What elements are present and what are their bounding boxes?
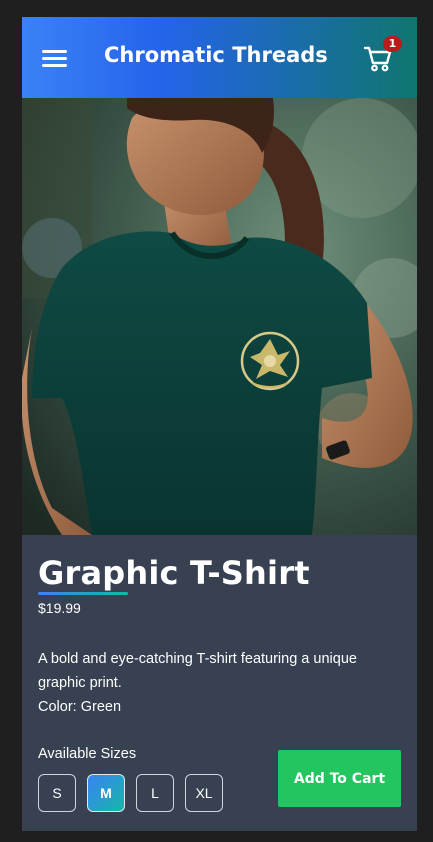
brand-title: Chromatic Threads bbox=[104, 43, 328, 67]
product-color: Color: Green bbox=[38, 699, 122, 715]
hamburger-menu-icon[interactable] bbox=[42, 50, 67, 68]
product-image bbox=[22, 98, 417, 535]
app-header: Chromatic Threads bbox=[22, 17, 417, 98]
cart-count-badge: 1 bbox=[383, 36, 402, 52]
product-screen: Chromatic Threads 1 Graphic T-Shirt $19.… bbox=[22, 17, 417, 831]
title-accent-underline bbox=[38, 592, 128, 595]
size-option-l[interactable]: L bbox=[136, 774, 174, 812]
add-to-cart-button[interactable]: Add To Cart bbox=[278, 750, 401, 807]
size-option-xl[interactable]: XL bbox=[185, 774, 223, 812]
size-option-s[interactable]: S bbox=[38, 774, 76, 812]
size-option-m[interactable]: M bbox=[87, 774, 125, 812]
product-price: $19.99 bbox=[38, 600, 81, 616]
description-text: A bold and eye-catching T-shirt featurin… bbox=[38, 651, 357, 691]
product-title: Graphic T-Shirt bbox=[38, 554, 310, 592]
sizes-label: Available Sizes bbox=[38, 746, 137, 762]
product-description: A bold and eye-catching T-shirt featurin… bbox=[38, 647, 408, 719]
